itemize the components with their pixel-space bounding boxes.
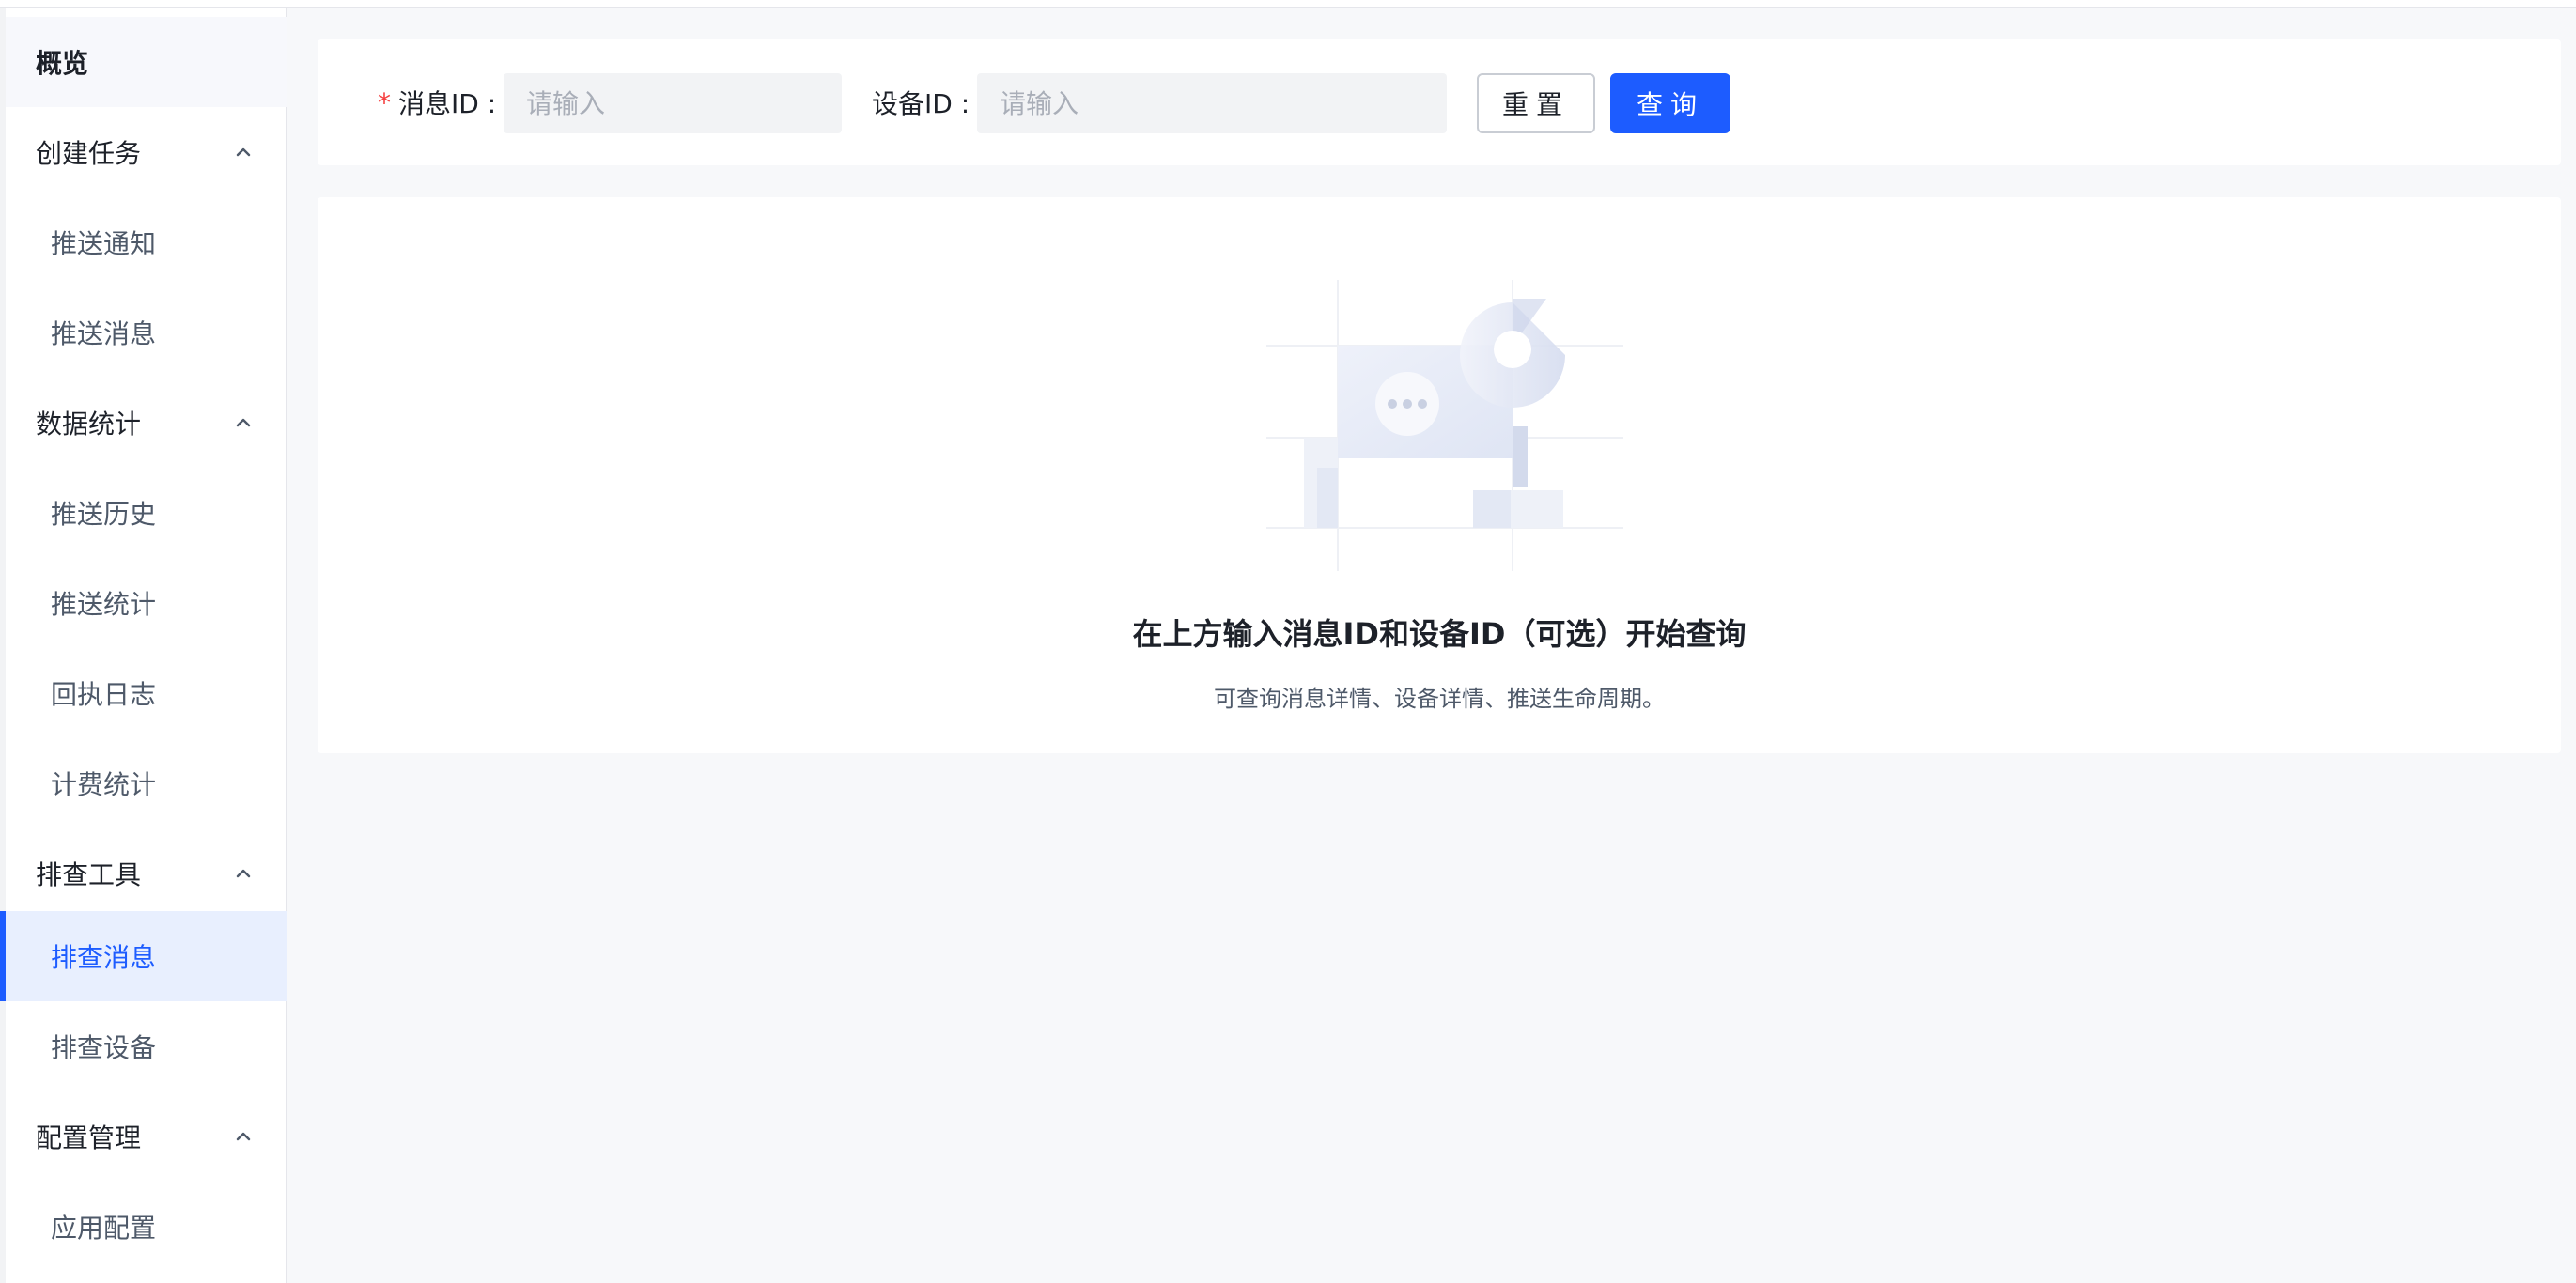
chevron-up-icon (236, 418, 251, 427)
sidebar-item-label: 回执日志 (51, 679, 157, 710)
sidebar-item-label: 概览 (36, 48, 89, 79)
sidebar-group-config[interactable]: 配置管理 (6, 1091, 287, 1182)
required-mark: * (378, 86, 391, 118)
sidebar-item-overview[interactable]: 概览 (6, 17, 287, 107)
device-id-input[interactable] (977, 73, 1447, 133)
message-id-input[interactable] (504, 73, 842, 133)
message-id-label: * 消息ID : (378, 39, 496, 165)
sidebar-item-label: 计费统计 (51, 769, 157, 800)
sidebar-item-label: 推送消息 (51, 318, 157, 349)
empty-chat-illustration-icon (1266, 280, 1623, 571)
chevron-up-icon (236, 147, 251, 157)
sidebar-group-label: 数据统计 (36, 409, 142, 440)
sidebar-group-label: 创建任务 (36, 138, 142, 169)
sidebar-item-billing-stats[interactable]: 计费统计 (6, 738, 287, 828)
sidebar-item-label: 排查消息 (51, 942, 157, 973)
query-button[interactable]: 查询 (1610, 73, 1730, 133)
sidebar-item-push-history[interactable]: 推送历史 (6, 468, 287, 558)
sidebar-item-label: 排查设备 (51, 1032, 157, 1063)
chevron-up-icon (236, 869, 251, 878)
sidebar-item-push-notification[interactable]: 推送通知 (6, 197, 287, 287)
empty-state-description: 可查询消息详情、设备详情、推送生命周期。 (1214, 686, 1665, 712)
sidebar-item-label: 推送通知 (51, 228, 157, 259)
empty-state-card: 在上方输入消息ID和设备ID（可选）开始查询 可查询消息详情、设备详情、推送生命… (318, 197, 2561, 753)
message-id-label-text: 消息ID : (398, 88, 497, 119)
sidebar-item-push-message[interactable]: 推送消息 (6, 287, 287, 378)
top-bar (0, 0, 2576, 8)
device-id-label-text: 设备ID : (872, 88, 970, 119)
sidebar-group-troubleshoot[interactable]: 排查工具 (6, 828, 287, 919)
reset-button[interactable]: 重置 (1477, 73, 1595, 133)
sidebar-item-label: 推送历史 (51, 499, 157, 530)
empty-state-title: 在上方输入消息ID和设备ID（可选）开始查询 (1132, 616, 1746, 652)
sidebar-group-create-task[interactable]: 创建任务 (6, 107, 287, 197)
sidebar: 概览 创建任务 推送通知 推送消息 数据统计 推送历史 推送统计 回执日志 计费… (0, 8, 287, 1283)
sidebar-item-label: 应用配置 (51, 1213, 157, 1244)
sidebar-group-statistics[interactable]: 数据统计 (6, 378, 287, 468)
sidebar-item-label: 推送统计 (51, 589, 157, 620)
device-id-label: 设备ID : (872, 39, 970, 165)
sidebar-group-label: 配置管理 (36, 1122, 142, 1153)
sidebar-group-label: 排查工具 (36, 859, 142, 890)
sidebar-item-receipt-log[interactable]: 回执日志 (6, 648, 287, 738)
sidebar-item-troubleshoot-message[interactable]: 排查消息 (0, 911, 287, 1001)
sidebar-item-app-config[interactable]: 应用配置 (6, 1182, 287, 1272)
sidebar-item-push-stats[interactable]: 推送统计 (6, 558, 287, 648)
chevron-up-icon (236, 1132, 251, 1141)
sidebar-item-troubleshoot-device[interactable]: 排查设备 (6, 1001, 287, 1091)
query-filter-card: * 消息ID : 设备ID : 重置 查询 (318, 39, 2561, 165)
